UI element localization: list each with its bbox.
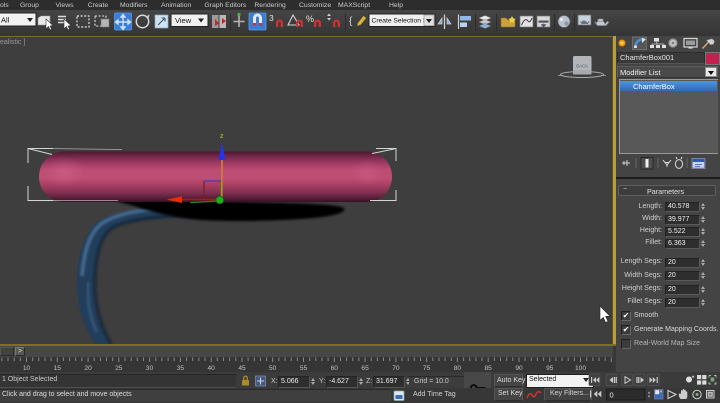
svg-text:40: 40 [208, 365, 216, 372]
svg-text:All: All [1, 16, 10, 25]
svg-text:3: 3 [269, 13, 274, 23]
svg-text:90: 90 [515, 365, 523, 372]
svg-text:15: 15 [54, 365, 62, 372]
svg-text:60: 60 [331, 365, 339, 372]
svg-text:View: View [175, 16, 192, 25]
svg-text:{: { [349, 16, 353, 27]
svg-text:80: 80 [454, 365, 462, 372]
svg-text:30: 30 [146, 365, 154, 372]
svg-text:BACK: BACK [576, 64, 588, 69]
svg-text:10: 10 [23, 365, 31, 372]
svg-text:Create Selection Se: Create Selection Se [372, 18, 432, 25]
svg-text:85: 85 [485, 365, 493, 372]
svg-text:55: 55 [300, 365, 308, 372]
svg-text:50: 50 [269, 365, 277, 372]
svg-text:z: z [220, 133, 224, 140]
svg-text:100: 100 [575, 365, 586, 372]
svg-text:20: 20 [84, 365, 92, 372]
svg-text:95: 95 [546, 365, 554, 372]
svg-text:25: 25 [115, 365, 123, 372]
svg-text:65: 65 [361, 365, 369, 372]
svg-text:75: 75 [423, 365, 431, 372]
svg-text:%: % [306, 14, 314, 24]
svg-text:0: 0 [610, 391, 614, 400]
svg-text:70: 70 [392, 365, 400, 372]
svg-text:45: 45 [238, 365, 246, 372]
svg-text:35: 35 [177, 365, 185, 372]
